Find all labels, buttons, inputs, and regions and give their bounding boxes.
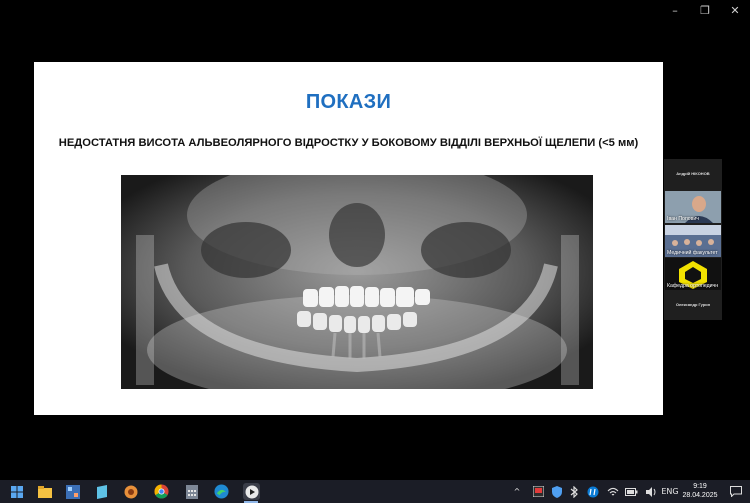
wifi-icon[interactable] [604,483,621,500]
chrome-browser-icon[interactable] [153,483,170,500]
start-button-windows-icon[interactable] [8,483,25,500]
participant-tile-ivan[interactable]: Іван Попович [665,191,721,223]
presentation-slide: ПОКАЗИ НЕДОСТАТНЯ ВИСОТА АЛЬВЕОЛЯРНОГО В… [34,62,663,415]
participants-panel: Андрій НІКОНОВ Іван Попович Медичний фак… [664,159,722,320]
panoramic-xray-image [121,175,593,389]
battery-icon[interactable] [623,483,640,500]
participant-label: Іван Попович [667,216,699,222]
calculator-icon[interactable] [183,483,200,500]
media-app-icon[interactable] [122,483,139,500]
tray-app-icon[interactable] [530,483,547,500]
file-explorer-icon[interactable] [36,483,53,500]
slide-subtitle: НЕДОСТАТНЯ ВИСОТА АЛЬВЕОЛЯРНОГО ВІДРОСТК… [58,137,639,149]
maximize-button[interactable]: ❐ [690,0,720,20]
participant-label: Медичний факультет [667,250,718,256]
control-panel-icon[interactable] [64,483,81,500]
participant-tile-medfac[interactable]: Медичний факультет [665,225,721,257]
security-shield-icon[interactable] [548,483,565,500]
clock-time: 9:19 [693,483,707,490]
xray-drawing [121,175,593,389]
volume-icon[interactable] [642,483,659,500]
hp-printer-icon[interactable] [584,483,601,500]
clock-date: 28.04.2025 [682,492,718,499]
close-button[interactable]: ✕ [720,0,750,20]
system-clock[interactable]: 9:19 28.04.2025 [677,482,723,500]
participant-name-bottom: Олександр Гурин [675,302,711,307]
bluetooth-icon[interactable] [566,483,583,500]
participant-tile-department[interactable]: Кафедра ортопедичн [665,258,721,290]
tray-overflow-chevron[interactable]: ^ [510,480,524,503]
notes-app-icon[interactable] [93,483,110,500]
video-conference-app-icon[interactable] [243,483,260,500]
participant-label: Кафедра ортопедичн [667,283,719,289]
window-controls: – ❐ ✕ [660,0,750,20]
taskbar: ^ ENG 9:19 28.04.2025 [0,480,750,503]
participant-name-top: Андрій НІКОНОВ [676,171,710,176]
slide-title: ПОКАЗИ [305,91,392,113]
minimize-button[interactable]: – [660,0,690,20]
notification-center-icon[interactable] [727,483,744,500]
edge-browser-icon[interactable] [213,483,230,500]
